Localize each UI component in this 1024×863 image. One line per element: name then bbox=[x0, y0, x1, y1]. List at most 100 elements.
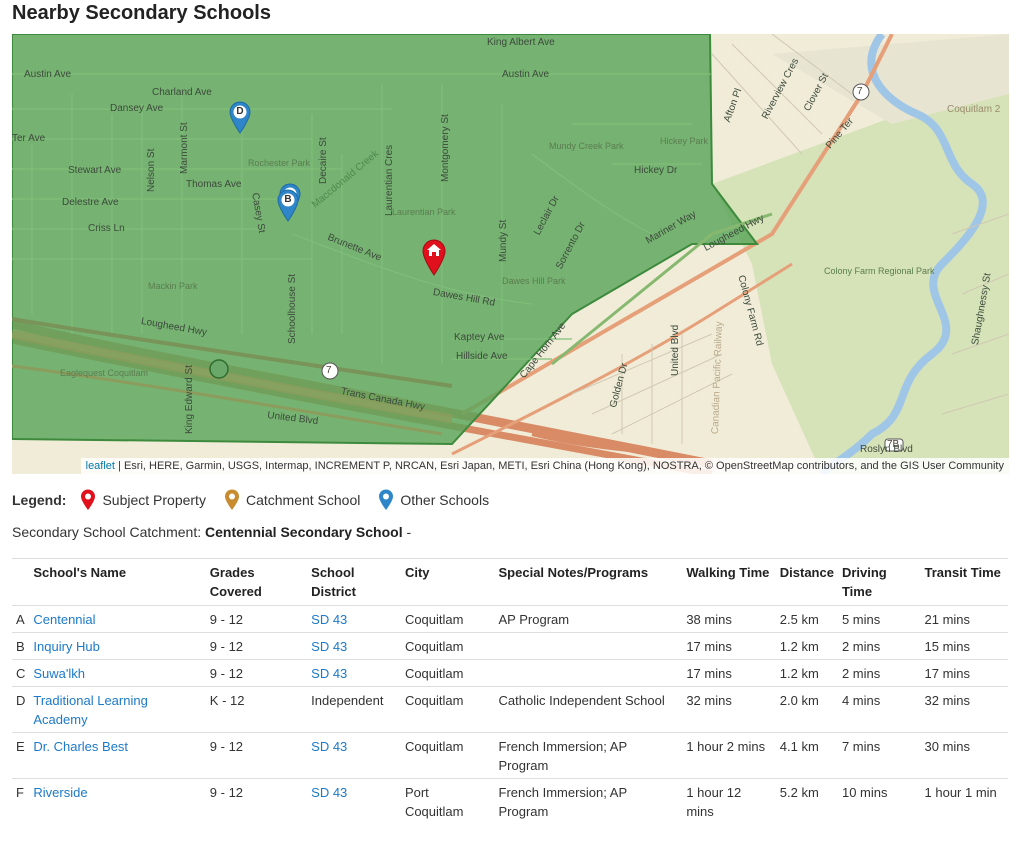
school-district-link[interactable]: SD 43 bbox=[311, 785, 347, 800]
table-row: E Dr. Charles Best 9 - 12 SD 43 Coquitlam Fre… bbox=[12, 732, 1008, 779]
school-marker-d[interactable]: D bbox=[228, 100, 252, 134]
map-label: Laurentian Cres bbox=[384, 144, 395, 216]
column-header: Special Notes/Programs bbox=[494, 558, 683, 606]
cell-city: Coquitlam bbox=[400, 632, 495, 660]
school-district-link[interactable]: SD 43 bbox=[311, 639, 347, 654]
map[interactable]: 7 7 7B King Albert Ave Austin Ave Austin… bbox=[12, 34, 1009, 474]
map-label: Coquitlam 2 bbox=[947, 104, 1001, 115]
cell-walking: 1 hour 12 mins bbox=[682, 778, 776, 825]
schools-table: School's Name Grades Covered School Dist… bbox=[12, 558, 1008, 825]
school-name-link[interactable]: Inquiry Hub bbox=[33, 639, 99, 654]
cell-transit: 17 mins bbox=[920, 659, 1008, 687]
cell-transit: 1 hour 1 min bbox=[920, 778, 1008, 825]
catchment-info: Secondary School Catchment: Centennial S… bbox=[12, 524, 411, 540]
map-label: Decaire St bbox=[318, 137, 329, 184]
cell-driving: 10 mins bbox=[837, 778, 921, 825]
column-header: School District bbox=[307, 558, 401, 606]
cell-grades: 9 - 12 bbox=[205, 605, 308, 633]
map-label: Ter Ave bbox=[12, 133, 46, 144]
school-district-link[interactable]: SD 43 bbox=[311, 612, 347, 627]
park-label: Mundy Creek Park bbox=[549, 141, 624, 151]
cell-district: SD 43 bbox=[307, 605, 401, 633]
other-pin-icon bbox=[379, 489, 394, 510]
cell-transit: 30 mins bbox=[920, 732, 1008, 779]
legend-item-catchment: Catchment School bbox=[224, 489, 360, 511]
cell-driving: 2 mins bbox=[837, 632, 921, 660]
subject-property-marker[interactable] bbox=[421, 238, 447, 276]
cell-city: Coquitlam bbox=[400, 659, 495, 687]
school-marker-b[interactable]: B bbox=[276, 188, 300, 222]
column-header: Walking Time bbox=[682, 558, 776, 606]
table-row: F Riverside 9 - 12 SD 43 Port Coquitlam Frenc… bbox=[12, 778, 1008, 825]
park-label: Mackin Park bbox=[148, 281, 198, 291]
cell-name: Traditional Learning Academy bbox=[29, 686, 206, 733]
legend-label: Subject Property bbox=[102, 492, 206, 508]
map-label: Dansey Ave bbox=[110, 103, 164, 114]
school-name-link[interactable]: Dr. Charles Best bbox=[33, 739, 128, 754]
map-label: Schoolhouse St bbox=[287, 273, 298, 344]
leaflet-link[interactable]: leaflet bbox=[86, 460, 115, 472]
school-district-link[interactable]: SD 43 bbox=[311, 739, 347, 754]
cell-grades: 9 - 12 bbox=[205, 632, 308, 660]
cell-transit: 32 mins bbox=[920, 686, 1008, 733]
home-pin-icon bbox=[422, 239, 446, 276]
map-basemap bbox=[12, 34, 1009, 474]
school-district-link[interactable]: SD 43 bbox=[311, 666, 347, 681]
map-label: Thomas Ave bbox=[186, 179, 242, 190]
cell-distance: 1.2 km bbox=[775, 659, 838, 687]
cell-notes bbox=[494, 632, 683, 660]
table-row: C Suwa'lkh 9 - 12 SD 43 Coquitlam 17 mins 1.2 … bbox=[12, 659, 1008, 687]
map-label: Charland Ave bbox=[152, 87, 212, 98]
map-label: Nelson St bbox=[146, 148, 157, 192]
school-name-link[interactable]: Centennial bbox=[33, 612, 95, 627]
cell-city: Coquitlam bbox=[400, 732, 495, 779]
column-header: Driving Time bbox=[837, 558, 921, 606]
map-label: Montgomery St bbox=[440, 114, 451, 182]
column-header: Transit Time bbox=[920, 558, 1008, 606]
map-label: Hickey Dr bbox=[634, 165, 678, 176]
park-label: Laurentian Park bbox=[392, 207, 456, 217]
attribution-text: | Esri, HERE, Garmin, USGS, Intermap, IN… bbox=[114, 460, 1004, 472]
park-label: Hickey Park bbox=[660, 136, 709, 146]
cell-letter: F bbox=[12, 778, 30, 825]
cell-grades: 9 - 12 bbox=[205, 778, 308, 825]
subject-pin-icon bbox=[81, 489, 96, 510]
cell-distance: 2.5 km bbox=[775, 605, 838, 633]
cell-walking: 32 mins bbox=[682, 686, 776, 733]
cell-district: SD 43 bbox=[307, 659, 401, 687]
cell-district: SD 43 bbox=[307, 778, 401, 825]
cell-name: Centennial bbox=[29, 605, 206, 633]
cell-district: SD 43 bbox=[307, 732, 401, 779]
cell-driving: 4 mins bbox=[837, 686, 921, 733]
cell-grades: 9 - 12 bbox=[205, 732, 308, 779]
cell-driving: 7 mins bbox=[837, 732, 921, 779]
catchment-suffix: - bbox=[402, 524, 412, 540]
cell-distance: 5.2 km bbox=[775, 778, 838, 825]
table-row: D Traditional Learning Academy K - 12 Indep… bbox=[12, 686, 1008, 733]
map-label: Eaglequest Coquitlam bbox=[60, 368, 149, 378]
cell-district: Independent bbox=[307, 686, 401, 733]
route-shield-7: 7 bbox=[857, 86, 863, 97]
school-name-link[interactable]: Traditional Learning Academy bbox=[33, 693, 147, 727]
park-label: Colony Farm Regional Park bbox=[824, 266, 935, 276]
table-row: A Centennial 9 - 12 SD 43 Coquitlam AP Progra… bbox=[12, 605, 1008, 633]
map-label: Delestre Ave bbox=[62, 197, 119, 208]
map-label: King Albert Ave bbox=[487, 37, 555, 48]
cell-walking: 17 mins bbox=[682, 632, 776, 660]
column-header: Distance bbox=[775, 558, 838, 606]
cell-district: SD 43 bbox=[307, 632, 401, 660]
school-name-link[interactable]: Suwa'lkh bbox=[33, 666, 85, 681]
table-row: B Inquiry Hub 9 - 12 SD 43 Coquitlam 17 mins 1… bbox=[12, 632, 1008, 660]
route-shield-7-south: 7 bbox=[326, 365, 332, 376]
cell-distance: 2.0 km bbox=[775, 686, 838, 733]
legend-title: Legend: bbox=[12, 492, 67, 508]
cell-driving: 2 mins bbox=[837, 659, 921, 687]
table-header-row: School's Name Grades Covered School Dist… bbox=[12, 558, 1008, 606]
school-name-link[interactable]: Riverside bbox=[33, 785, 87, 800]
cell-letter: D bbox=[12, 686, 30, 733]
cell-grades: 9 - 12 bbox=[205, 659, 308, 687]
legend-item-other: Other Schools bbox=[378, 489, 489, 511]
map-label: Criss Ln bbox=[88, 223, 125, 234]
cell-driving: 5 mins bbox=[837, 605, 921, 633]
cell-letter: B bbox=[12, 632, 30, 660]
